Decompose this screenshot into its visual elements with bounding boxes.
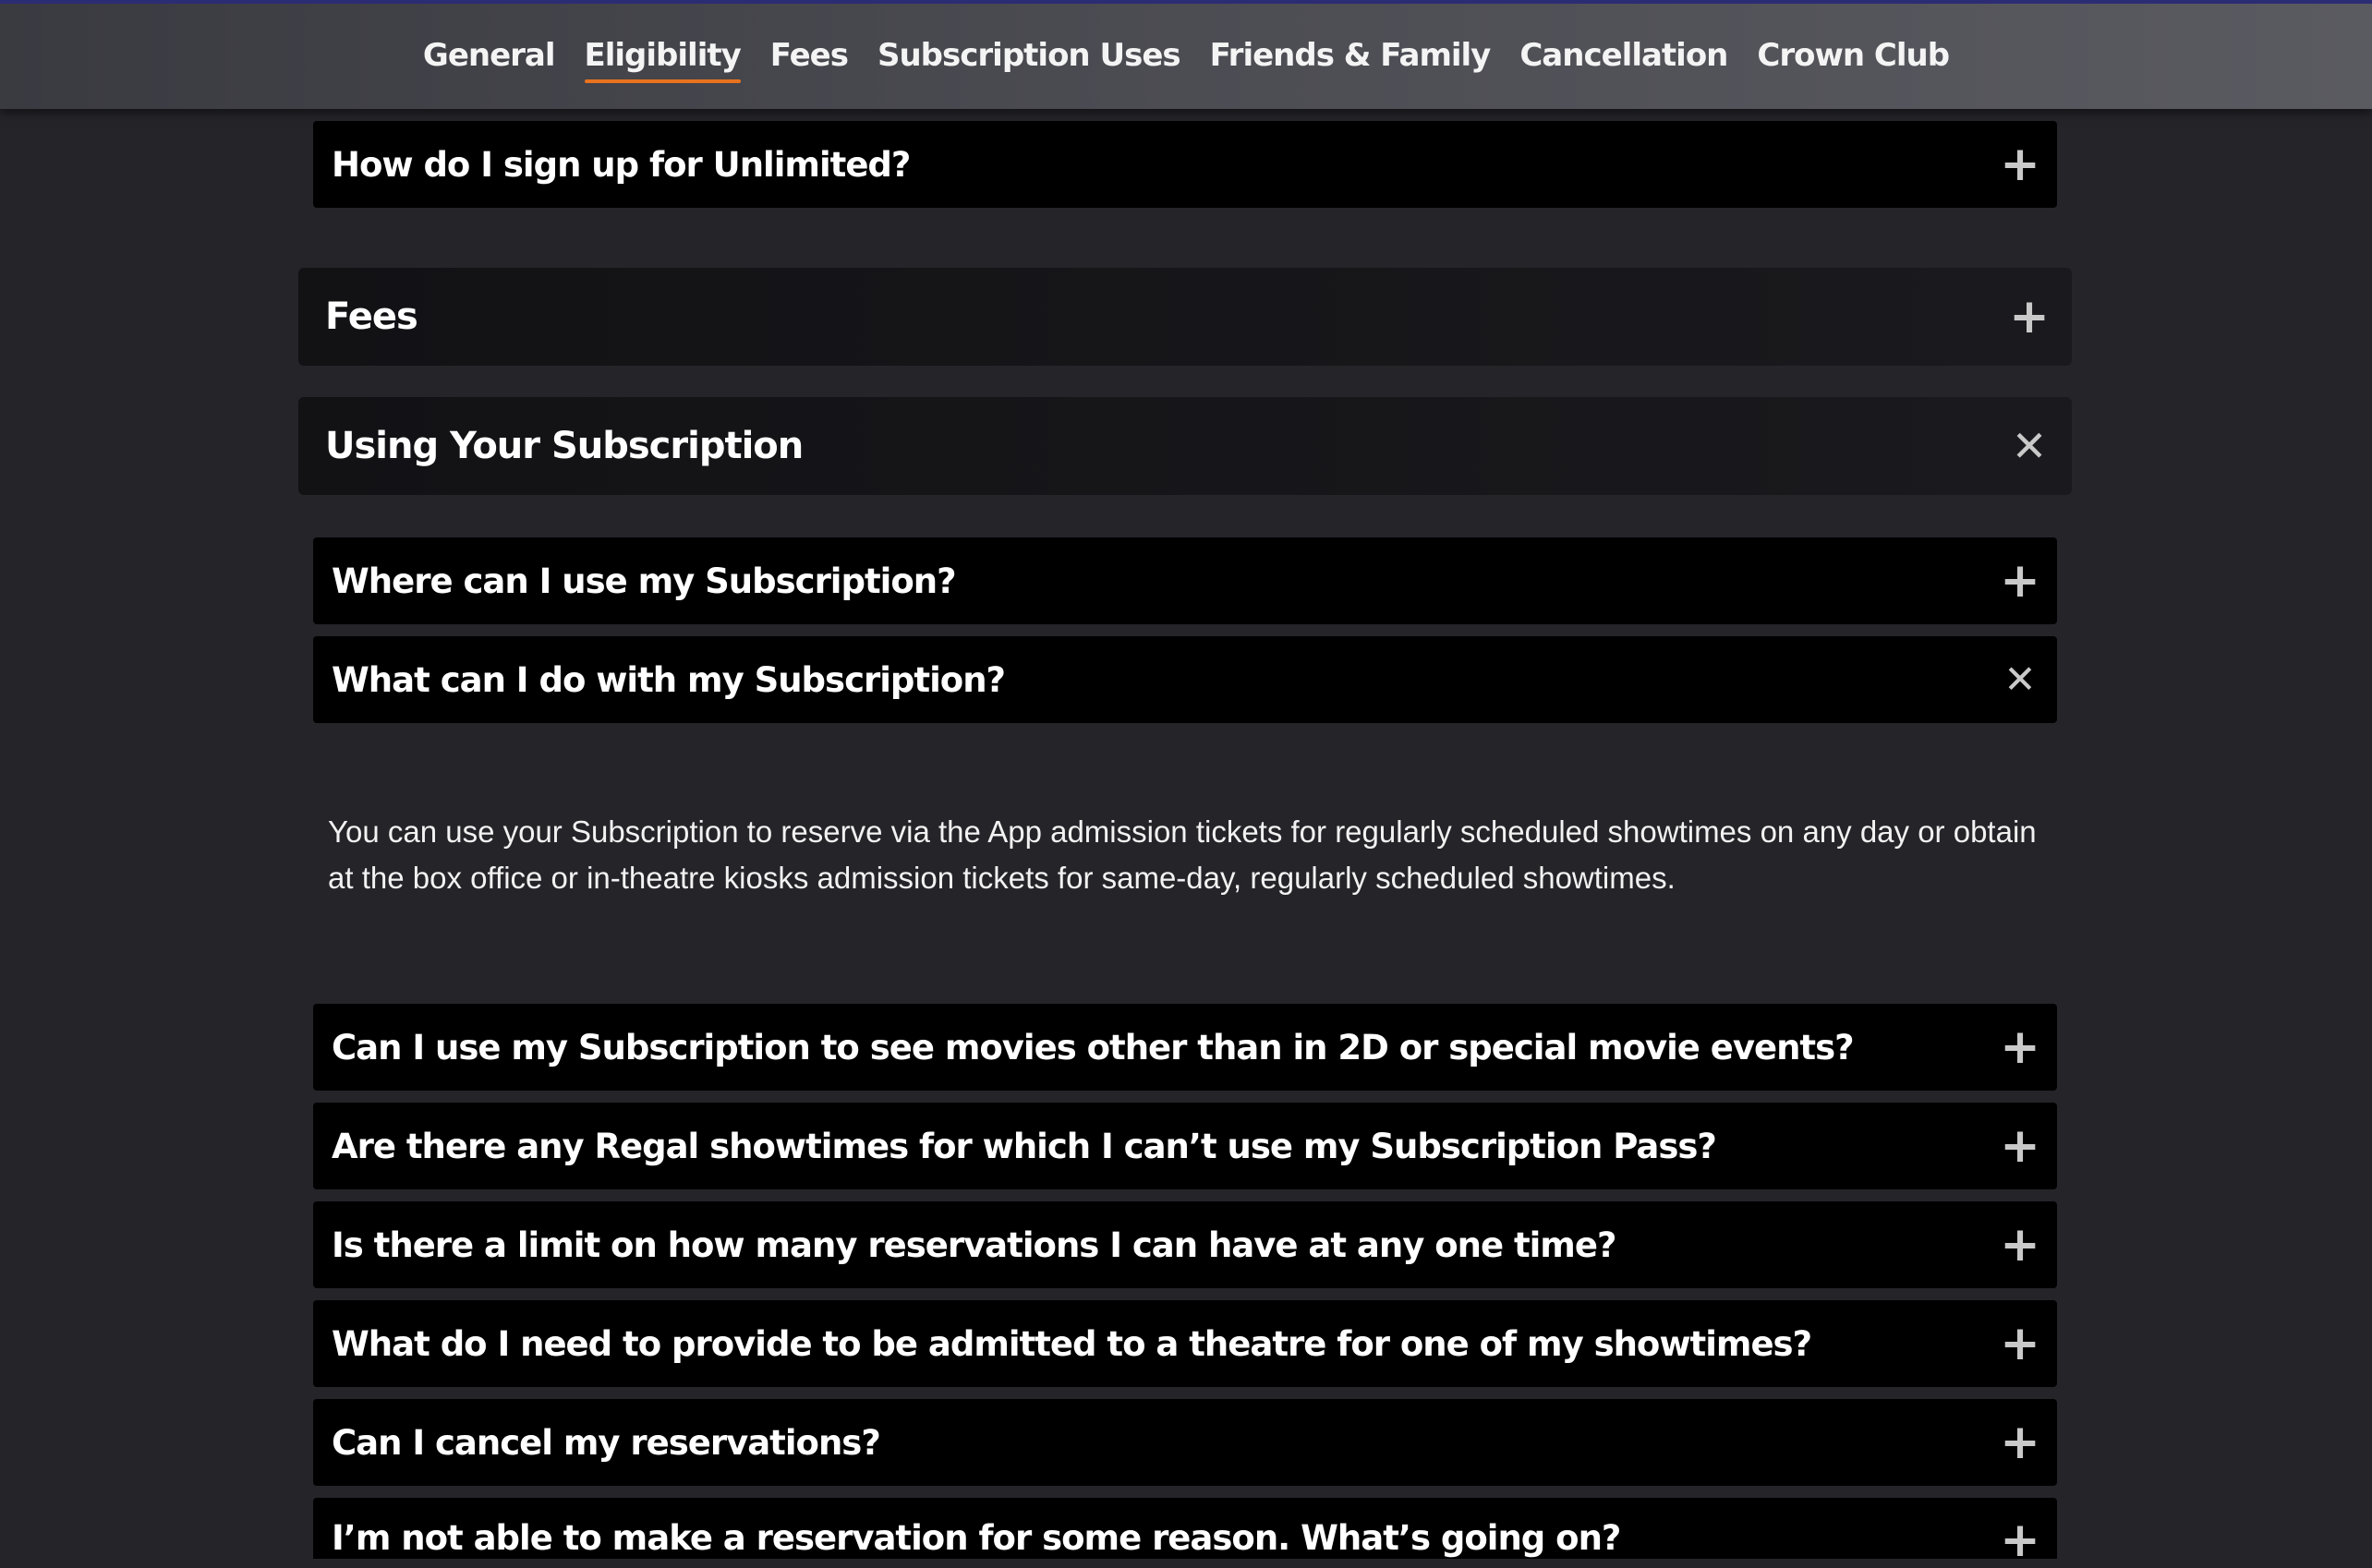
faq-question[interactable]: Are there any Regal showtimes for which … <box>313 1103 2057 1189</box>
tab-friends-family[interactable]: Friends & Family <box>1210 37 1492 83</box>
plus-icon[interactable]: + <box>2000 1221 2040 1269</box>
faq-question-label: How do I sign up for Unlimited? <box>332 144 911 185</box>
plus-icon[interactable]: + <box>2000 1023 2040 1071</box>
faq-question-label: Are there any Regal showtimes for which … <box>332 1126 1717 1166</box>
plus-icon[interactable]: + <box>2000 140 2040 188</box>
faq-question[interactable]: Can I use my Subscription to see movies … <box>313 1004 2057 1091</box>
faq-section-using-subscription[interactable]: Using Your Subscription ✕ <box>298 397 2072 495</box>
faq-question[interactable]: Is there a limit on how many reservation… <box>313 1201 2057 1288</box>
close-icon[interactable]: ✕ <box>2002 660 2039 699</box>
faq-category-nav: General Eligibility Fees Subscription Us… <box>0 0 2372 109</box>
faq-question-label: What do I need to provide to be admitted… <box>332 1323 1812 1364</box>
plus-icon[interactable]: + <box>2000 1418 2040 1466</box>
faq-question-label: I’m not able to make a reservation for s… <box>332 1518 1621 1558</box>
tab-general[interactable]: General <box>423 37 556 83</box>
faq-question[interactable]: Can I cancel my reservations? + <box>313 1399 2057 1486</box>
tab-cancellation[interactable]: Cancellation <box>1519 37 1728 83</box>
faq-question-label: Where can I use my Subscription? <box>332 561 957 601</box>
plus-icon[interactable]: + <box>2009 293 2050 341</box>
faq-question-label: Is there a limit on how many reservation… <box>332 1224 1616 1265</box>
tab-eligibility[interactable]: Eligibility <box>584 37 742 83</box>
section-title: Using Your Subscription <box>325 425 804 467</box>
faq-section-fees[interactable]: Fees + <box>298 268 2072 366</box>
plus-icon[interactable]: + <box>2000 557 2040 605</box>
faq-question[interactable]: Where can I use my Subscription? + <box>313 537 2057 624</box>
plus-icon[interactable]: + <box>2000 1320 2040 1368</box>
plus-icon[interactable]: + <box>2000 1122 2040 1170</box>
tab-subscription-uses[interactable]: Subscription Uses <box>877 37 1181 83</box>
tab-fees[interactable]: Fees <box>770 37 849 83</box>
faq-question[interactable]: What do I need to provide to be admitted… <box>313 1300 2057 1387</box>
faq-answer: You can use your Subscription to reserve… <box>328 814 2037 895</box>
close-icon[interactable]: ✕ <box>2011 425 2048 467</box>
faq-question-signup[interactable]: How do I sign up for Unlimited? + <box>313 121 2057 208</box>
faq-question[interactable]: I’m not able to make a reservation for s… <box>313 1498 2057 1564</box>
tab-crown-club[interactable]: Crown Club <box>1757 37 1950 83</box>
faq-question-label: What can I do with my Subscription? <box>332 659 1006 700</box>
section-title: Fees <box>325 296 418 338</box>
faq-question-label: Can I use my Subscription to see movies … <box>332 1027 1855 1067</box>
faq-question-expanded[interactable]: What can I do with my Subscription? ✕ <box>313 636 2057 723</box>
plus-icon[interactable]: + <box>2000 1516 2040 1564</box>
faq-question-label: Can I cancel my reservations? <box>332 1422 881 1463</box>
